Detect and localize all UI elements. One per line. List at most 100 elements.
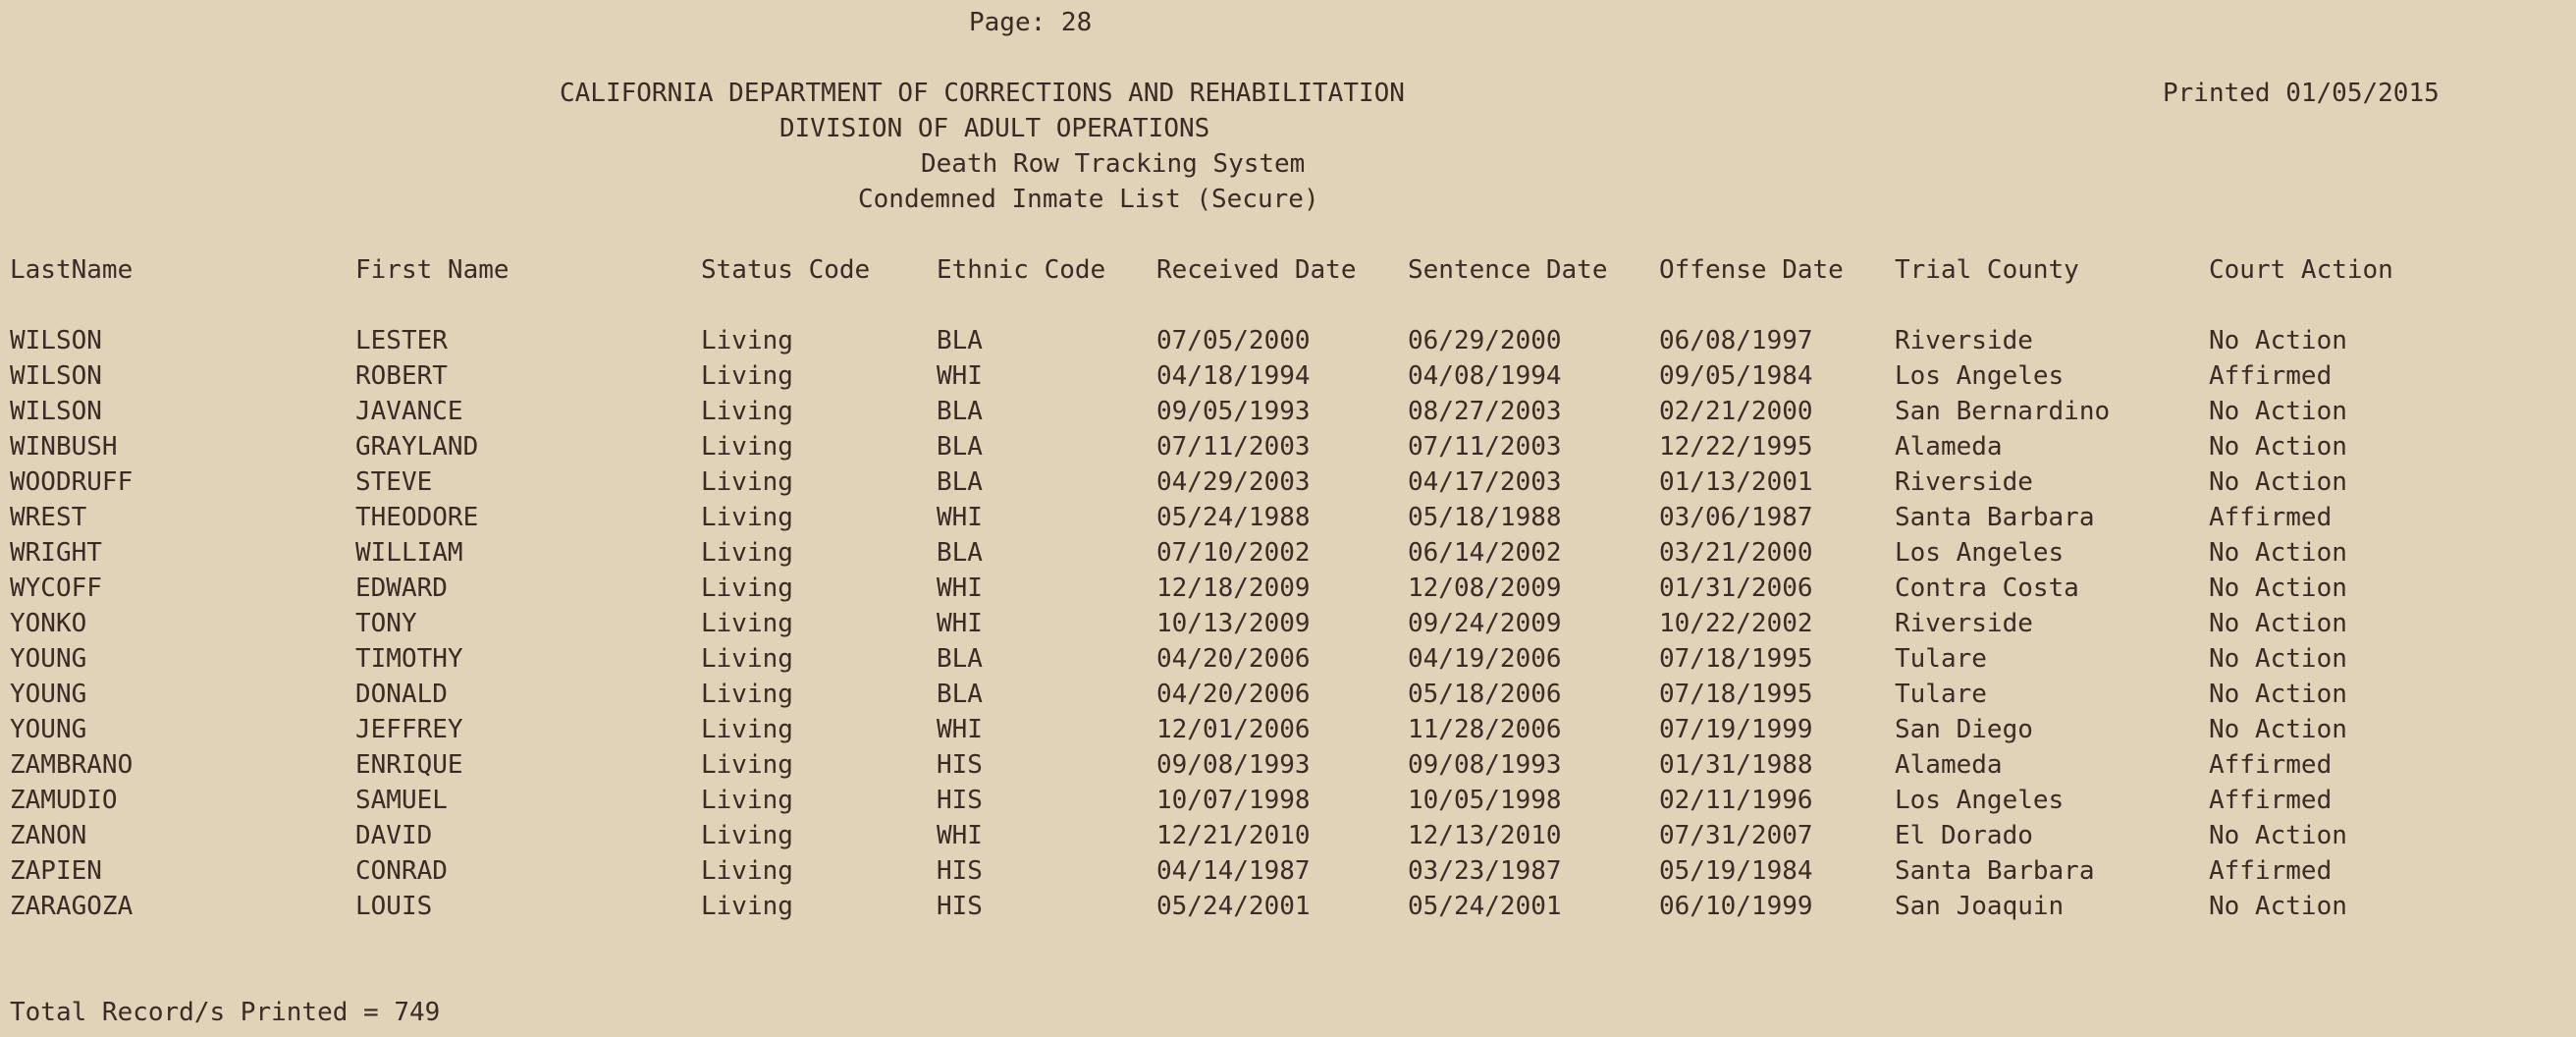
cell-county: San Joaquin (1895, 892, 2065, 921)
cell-offense: 07/31/2007 (1659, 821, 1813, 850)
cell-status: Living (701, 715, 793, 744)
column-header-action: Court Action (2209, 255, 2393, 285)
cell-lastname: WINBUSH (10, 432, 118, 462)
cell-lastname: ZAMBRANO (10, 750, 134, 780)
cell-sentence: 07/11/2003 (1408, 432, 1562, 462)
cell-offense: 01/13/2001 (1659, 467, 1813, 497)
cell-sentence: 12/13/2010 (1408, 821, 1562, 850)
cell-offense: 01/31/2006 (1659, 573, 1813, 603)
cell-status: Living (701, 892, 793, 921)
table-row: WREST THEODORE Living WHI 05/24/1988 05/18/19… (0, 505, 2576, 536)
printed-date: Printed 01/05/2015 (2163, 79, 2440, 108)
cell-sentence: 10/05/1998 (1408, 786, 1562, 815)
cell-offense: 03/06/1987 (1659, 503, 1813, 532)
cell-status: Living (701, 609, 793, 638)
table-row: YOUNG TIMOTHY Living BLA 04/20/2006 04/19/200… (0, 646, 2576, 678)
cell-received: 10/13/2009 (1156, 609, 1311, 638)
cell-ethnic: BLA (937, 432, 983, 462)
cell-firstname: STEVE (355, 467, 433, 497)
table-row: ZARAGOZA LOUIS Living HIS 05/24/2001 05/24/20… (0, 894, 2576, 925)
cell-sentence: 08/27/2003 (1408, 397, 1562, 426)
cell-sentence: 11/28/2006 (1408, 715, 1562, 744)
cell-lastname: ZAPIEN (10, 856, 102, 886)
cell-received: 04/18/1994 (1156, 361, 1311, 391)
table-row: WILSON ROBERT Living WHI 04/18/1994 04/08/199… (0, 363, 2576, 395)
table-row: WINBUSH GRAYLAND Living BLA 07/11/2003 07/11/… (0, 434, 2576, 465)
cell-lastname: YOUNG (10, 680, 87, 709)
table-row: YONKO TONY Living WHI 10/13/2009 09/24/2009 10… (0, 611, 2576, 642)
cell-received: 04/14/1987 (1156, 856, 1311, 886)
cell-sentence: 04/17/2003 (1408, 467, 1562, 497)
cell-offense: 03/21/2000 (1659, 538, 1813, 568)
cell-ethnic: HIS (937, 892, 983, 921)
cell-offense: 02/11/1996 (1659, 786, 1813, 815)
cell-lastname: WREST (10, 503, 87, 532)
cell-firstname: JAVANCE (355, 397, 463, 426)
table-row: WILSON JAVANCE Living BLA 09/05/1993 08/27/20… (0, 399, 2576, 430)
cell-firstname: DONALD (355, 680, 448, 709)
cell-action: Affirmed (2209, 786, 2333, 815)
cell-action: Affirmed (2209, 750, 2333, 780)
cell-offense: 07/18/1995 (1659, 680, 1813, 709)
cell-received: 04/20/2006 (1156, 680, 1311, 709)
cell-ethnic: BLA (937, 326, 983, 355)
cell-sentence: 05/18/2006 (1408, 680, 1562, 709)
cell-county: Tulare (1895, 680, 1987, 709)
cell-status: Living (701, 503, 793, 532)
column-header-received: Received Date (1156, 255, 1357, 285)
cell-offense: 07/18/1995 (1659, 644, 1813, 674)
cell-status: Living (701, 856, 793, 886)
cell-action: No Action (2209, 467, 2347, 497)
cell-ethnic: BLA (937, 397, 983, 426)
division-title: DIVISION OF ADULT OPERATIONS (779, 114, 1210, 143)
cell-sentence: 05/24/2001 (1408, 892, 1562, 921)
cell-received: 12/18/2009 (1156, 573, 1311, 603)
cell-lastname: WILSON (10, 397, 102, 426)
cell-received: 04/20/2006 (1156, 644, 1311, 674)
cell-ethnic: BLA (937, 467, 983, 497)
cell-action: No Action (2209, 644, 2347, 674)
cell-firstname: ROBERT (355, 361, 448, 391)
column-header-offense: Offense Date (1659, 255, 1844, 285)
cell-status: Living (701, 573, 793, 603)
cell-received: 12/01/2006 (1156, 715, 1311, 744)
cell-received: 12/21/2010 (1156, 821, 1311, 850)
cell-action: No Action (2209, 609, 2347, 638)
cell-status: Living (701, 361, 793, 391)
cell-firstname: TONY (355, 609, 417, 638)
cell-county: Riverside (1895, 467, 2033, 497)
table-row: WOODRUFF STEVE Living BLA 04/29/2003 04/17/20… (0, 469, 2576, 501)
cell-lastname: WOODRUFF (10, 467, 134, 497)
cell-county: Santa Barbara (1895, 503, 2095, 532)
table-row: ZAMBRANO ENRIQUE Living HIS 09/08/1993 09/08/… (0, 752, 2576, 784)
cell-sentence: 04/08/1994 (1408, 361, 1562, 391)
cell-county: Alameda (1895, 432, 2003, 462)
column-header-firstname: First Name (355, 255, 510, 285)
cell-ethnic: WHI (937, 573, 983, 603)
cell-offense: 06/08/1997 (1659, 326, 1813, 355)
cell-firstname: GRAYLAND (355, 432, 479, 462)
cell-county: Los Angeles (1895, 361, 2065, 391)
cell-county: Riverside (1895, 326, 2033, 355)
cell-status: Living (701, 786, 793, 815)
cell-received: 07/05/2000 (1156, 326, 1311, 355)
cell-ethnic: HIS (937, 786, 983, 815)
cell-county: Alameda (1895, 750, 2003, 780)
cell-action: No Action (2209, 326, 2347, 355)
cell-county: Contra Costa (1895, 573, 2079, 603)
cell-action: Affirmed (2209, 361, 2333, 391)
cell-offense: 12/22/1995 (1659, 432, 1813, 462)
cell-received: 09/05/1993 (1156, 397, 1311, 426)
table-row: YOUNG DONALD Living BLA 04/20/2006 05/18/2006… (0, 682, 2576, 713)
cell-ethnic: BLA (937, 680, 983, 709)
cell-ethnic: HIS (937, 856, 983, 886)
cell-lastname: WRIGHT (10, 538, 102, 568)
column-header-lastname: LastName (10, 255, 134, 285)
cell-status: Living (701, 680, 793, 709)
cell-lastname: ZANON (10, 821, 87, 850)
cell-lastname: WYCOFF (10, 573, 102, 603)
cell-offense: 02/21/2000 (1659, 397, 1813, 426)
column-header-ethnic: Ethnic Code (937, 255, 1106, 285)
cell-firstname: SAMUEL (355, 786, 448, 815)
page-number: Page: 28 (969, 8, 1093, 37)
